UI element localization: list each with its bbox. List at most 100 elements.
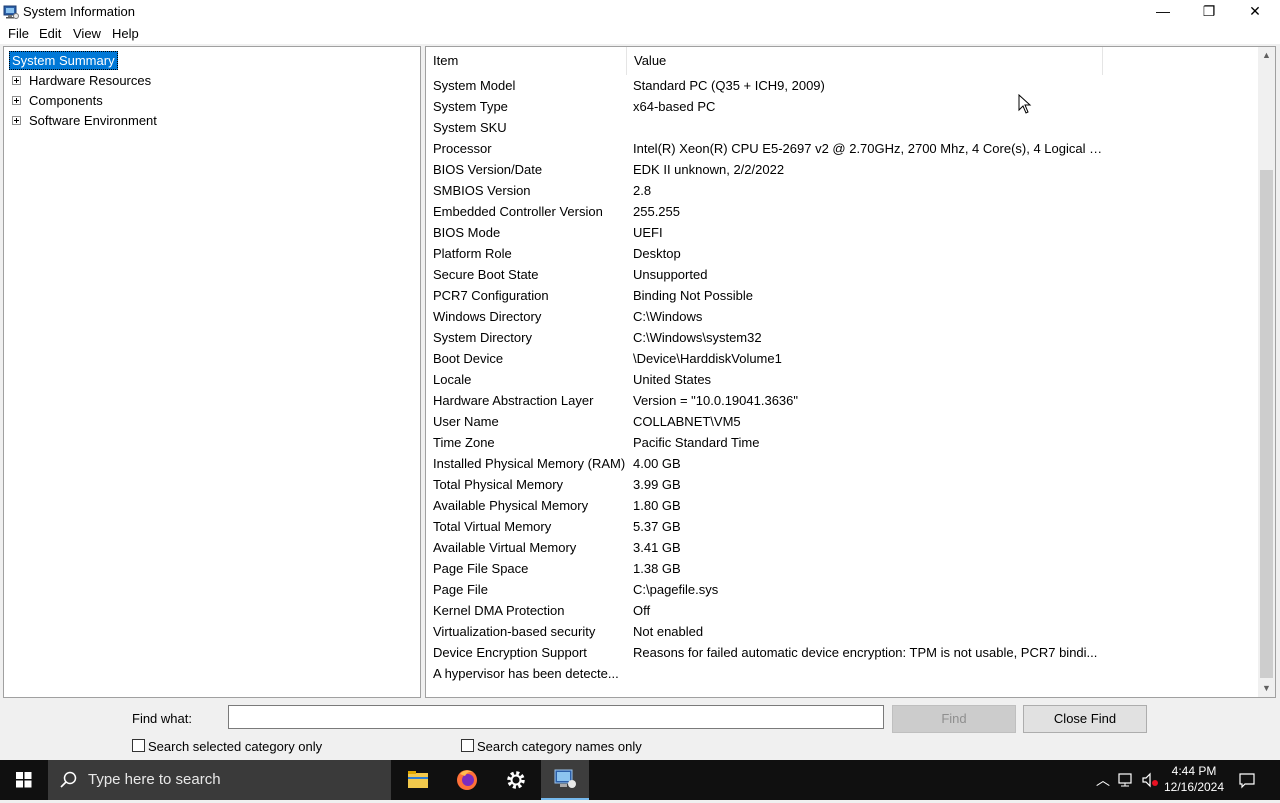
table-row[interactable]: SMBIOS Version 2.8 — [426, 180, 1256, 201]
find-button[interactable]: Find — [892, 705, 1016, 733]
network-icon[interactable] — [1116, 770, 1136, 790]
table-row[interactable]: Available Physical Memory 1.80 GB — [426, 495, 1256, 516]
taskbar-file-explorer[interactable] — [394, 760, 442, 800]
table-row[interactable]: System Directory C:\Windows\system32 — [426, 327, 1256, 348]
notifications-icon[interactable] — [1237, 770, 1257, 790]
table-row[interactable]: Time Zone Pacific Standard Time — [426, 432, 1256, 453]
table-row[interactable]: A hypervisor has been detecte... — [426, 663, 1256, 684]
row-item-cell: Page File — [433, 582, 488, 597]
row-item-cell: User Name — [433, 414, 499, 429]
vertical-scrollbar[interactable]: ▲ ▼ — [1258, 47, 1275, 697]
table-row[interactable]: Processor Intel(R) Xeon(R) CPU E5-2697 v2… — [426, 138, 1256, 159]
tree-item-label: Software Environment — [29, 113, 157, 128]
firefox-icon — [457, 770, 477, 790]
row-value-cell: UEFI — [633, 225, 663, 240]
minimize-icon: — — [1156, 3, 1170, 19]
tree-item-system-summary[interactable]: System Summary — [9, 51, 118, 70]
taskbar-system-information[interactable] — [541, 760, 589, 800]
table-row[interactable]: Total Physical Memory 3.99 GB — [426, 474, 1256, 495]
table-row[interactable]: Boot Device \Device\HarddiskVolume1 — [426, 348, 1256, 369]
table-row[interactable]: Device Encryption Support Reasons for fai… — [426, 642, 1256, 663]
menu-edit[interactable]: Edit — [39, 26, 61, 41]
table-row[interactable]: BIOS Version/Date EDK II unknown, 2/2/202… — [426, 159, 1256, 180]
volume-muted-icon[interactable] — [1140, 770, 1160, 790]
row-value-cell: 3.99 GB — [633, 477, 681, 492]
table-row[interactable]: PCR7 Configuration Binding Not Possible — [426, 285, 1256, 306]
table-row[interactable]: Locale United States — [426, 369, 1256, 390]
find-what-input[interactable] — [228, 705, 884, 729]
windows-logo-icon — [16, 772, 32, 788]
close-find-button[interactable]: Close Find — [1023, 705, 1147, 733]
column-header-value[interactable]: Value — [627, 47, 1103, 75]
table-row[interactable]: Windows Directory C:\Windows — [426, 306, 1256, 327]
expand-icon[interactable] — [12, 96, 21, 105]
row-value-cell: 4.00 GB — [633, 456, 681, 471]
scroll-up-icon[interactable]: ▲ — [1258, 47, 1275, 64]
table-row[interactable]: Virtualization-based security Not enabled — [426, 621, 1256, 642]
table-row[interactable]: Hardware Abstraction Layer Version = "10.… — [426, 390, 1256, 411]
table-row[interactable]: Page File C:\pagefile.sys — [426, 579, 1256, 600]
row-item-cell: Locale — [433, 372, 472, 387]
row-item-cell: Virtualization-based security — [433, 624, 596, 639]
close-button[interactable]: ✕ — [1232, 0, 1278, 24]
table-row[interactable]: Kernel DMA Protection Off — [426, 600, 1256, 621]
menu-view[interactable]: View — [73, 26, 101, 41]
expand-icon[interactable] — [12, 76, 21, 85]
start-button[interactable] — [0, 760, 48, 800]
table-row[interactable]: Total Virtual Memory 5.37 GB — [426, 516, 1256, 537]
gear-icon — [507, 771, 525, 789]
table-row[interactable]: System Type x64-based PC — [426, 96, 1256, 117]
checkbox-box[interactable] — [132, 739, 145, 752]
row-value-cell: Reasons for failed automatic device encr… — [633, 645, 1098, 660]
table-row[interactable]: User Name COLLABNET\VM5 — [426, 411, 1256, 432]
column-header-item-label: Item — [433, 53, 459, 68]
taskbar-settings[interactable] — [492, 760, 540, 800]
search-selected-category-checkbox[interactable]: Search selected category only — [132, 739, 322, 754]
system-information-app-icon — [3, 5, 19, 19]
menu-help[interactable]: Help — [112, 26, 139, 41]
restore-button[interactable]: ❐ — [1186, 0, 1232, 24]
row-item-cell: Installed Physical Memory (RAM) — [433, 456, 626, 471]
taskbar-search-box[interactable]: Type here to search — [48, 760, 391, 800]
row-item-cell: Windows Directory — [433, 309, 542, 324]
row-value-cell: 2.8 — [633, 183, 652, 198]
expand-icon[interactable] — [12, 116, 21, 125]
row-item-cell: Kernel DMA Protection — [433, 603, 565, 618]
row-item-cell: Hardware Abstraction Layer — [433, 393, 594, 408]
details-list[interactable]: Item Value System Model Standard PC (Q35 … — [425, 46, 1276, 698]
row-item-cell: Embedded Controller Version — [433, 204, 603, 219]
row-item-cell: System Model — [433, 78, 516, 93]
taskbar-clock[interactable]: 4:44 PM 12/16/2024 — [1158, 763, 1230, 795]
row-item-cell: BIOS Mode — [433, 225, 501, 240]
row-item-cell: Processor — [433, 141, 492, 156]
find-bar: Find what: Find Close Find Search select… — [0, 700, 1280, 760]
row-item-cell: Available Virtual Memory — [433, 540, 577, 555]
table-row[interactable]: Available Virtual Memory 3.41 GB — [426, 537, 1256, 558]
menu-bar: File Edit View Help — [0, 24, 1280, 44]
row-value-cell: 1.80 GB — [633, 498, 681, 513]
menu-file[interactable]: File — [8, 26, 29, 41]
row-value-cell: Pacific Standard Time — [633, 435, 760, 450]
minimize-button[interactable]: — — [1140, 0, 1186, 24]
table-row[interactable]: System Model Standard PC (Q35 + ICH9, 200… — [426, 75, 1256, 96]
table-row[interactable]: Secure Boot State Unsupported — [426, 264, 1256, 285]
tree-item-label: Components — [29, 93, 103, 108]
row-value-cell: COLLABNET\VM5 — [633, 414, 741, 429]
row-item-cell: Page File Space — [433, 561, 529, 576]
column-header-value-label: Value — [634, 53, 667, 68]
table-row[interactable]: Page File Space 1.38 GB — [426, 558, 1256, 579]
scroll-down-icon[interactable]: ▼ — [1258, 680, 1275, 697]
table-row[interactable]: System SKU — [426, 117, 1256, 138]
category-tree[interactable]: System Summary Hardware Resources Compon… — [3, 46, 421, 698]
table-row[interactable]: Platform Role Desktop — [426, 243, 1256, 264]
scrollbar-thumb[interactable] — [1260, 170, 1273, 678]
table-row[interactable]: BIOS Mode UEFI — [426, 222, 1256, 243]
search-category-names-checkbox[interactable]: Search category names only — [461, 739, 642, 754]
taskbar-firefox[interactable] — [443, 760, 491, 800]
column-header-item[interactable]: Item — [426, 47, 627, 75]
checkbox-box[interactable] — [461, 739, 474, 752]
title-bar: System Information — ❐ ✕ — [0, 0, 1280, 24]
table-row[interactable]: Installed Physical Memory (RAM) 4.00 GB — [426, 453, 1256, 474]
show-hidden-icons-icon[interactable]: ︿ — [1093, 770, 1113, 790]
table-row[interactable]: Embedded Controller Version 255.255 — [426, 201, 1256, 222]
